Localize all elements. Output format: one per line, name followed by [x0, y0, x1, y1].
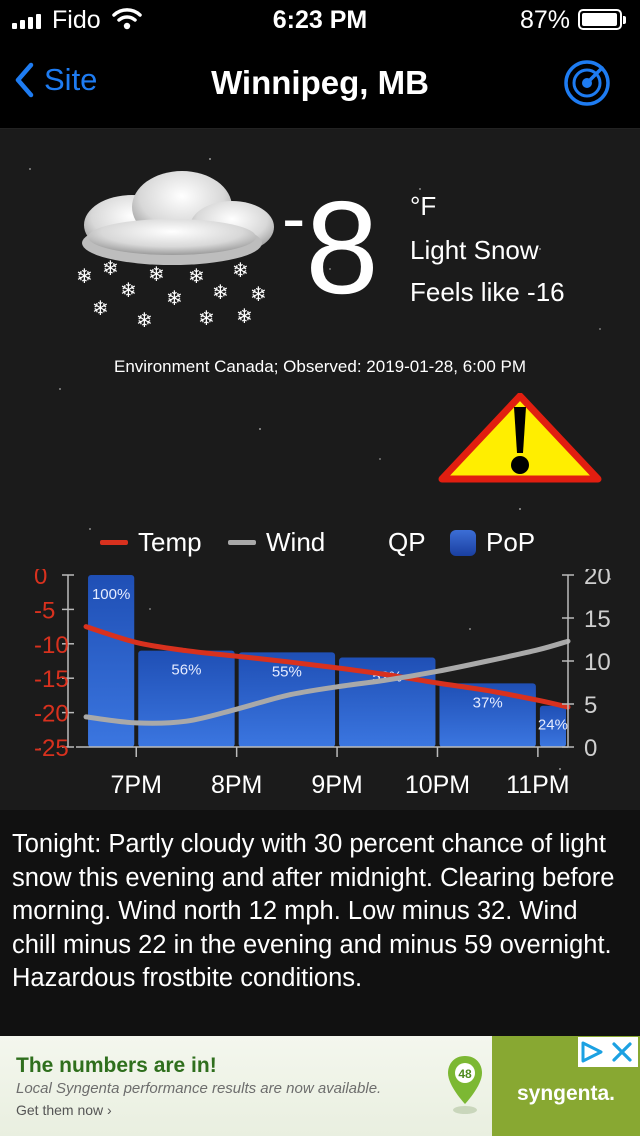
current-temperature: -8 — [282, 182, 379, 314]
right-axis-tick-label: 10 — [584, 649, 611, 676]
snow-cloud-icon: ❄ ❄❄ ❄❄❄ ❄❄❄ ❄ ❄ ❄ ❄ — [76, 171, 274, 332]
pop-bar-label: 100% — [92, 586, 130, 603]
close-icon[interactable] — [611, 1041, 633, 1063]
hourly-forecast-chart: 100%56% 55% 52%37%24%0-5-10-15-20-25201510… — [34, 569, 611, 799]
x-axis-tick-label: 7PM — [111, 771, 162, 799]
legend-temp: Temp — [100, 527, 202, 558]
left-axis-tick-label: -10 — [34, 632, 69, 659]
left-axis-tick-label: -25 — [34, 735, 69, 762]
navigation-bar: Site Winnipeg, MB — [0, 40, 640, 129]
legend-qp: QP — [388, 527, 426, 557]
left-axis-tick-label: 0 — [34, 569, 47, 590]
pop-bar-label: 56% — [171, 662, 201, 679]
x-axis-tick-label: 9PM — [311, 771, 362, 799]
temperature-sign: - — [282, 179, 305, 257]
radar-icon[interactable] — [562, 58, 612, 108]
left-axis-tick-label: -15 — [34, 666, 69, 693]
svg-text:❄: ❄ — [232, 258, 249, 282]
right-axis-tick-label: 5 — [584, 692, 597, 719]
temperature-value: 8 — [305, 174, 378, 321]
condition-text: Light Snow — [410, 235, 539, 265]
right-axis-tick-label: 20 — [584, 569, 611, 590]
x-axis-tick-label: 10PM — [405, 771, 470, 799]
ad-pin-number: 48 — [458, 1067, 472, 1081]
ad-banner[interactable]: The numbers are in! Local Syngenta perfo… — [0, 1036, 640, 1136]
ad-brand: syngenta. — [516, 1082, 616, 1105]
right-axis-tick-label: 15 — [584, 606, 611, 633]
ad-controls — [578, 1037, 638, 1067]
temperature-unit: °F — [410, 191, 437, 221]
right-axis-tick-label: 0 — [584, 735, 597, 762]
svg-text:❄: ❄ — [76, 264, 93, 288]
svg-text:❄: ❄ — [212, 280, 229, 304]
chart-legend: Temp Wind QP PoP — [0, 527, 640, 567]
page-title: Winnipeg, MB — [211, 64, 429, 101]
map-pin-icon: 48 — [448, 1056, 482, 1114]
ad-headline: The numbers are in! — [16, 1054, 217, 1077]
svg-text:❄: ❄ — [188, 264, 205, 288]
left-axis-tick-label: -20 — [34, 701, 69, 728]
svg-text:❄: ❄ — [148, 262, 165, 286]
svg-text:❄: ❄ — [166, 286, 183, 310]
battery-icon — [578, 9, 626, 30]
svg-text:❄: ❄ — [250, 282, 267, 306]
feels-like-text: Feels like -16 — [410, 277, 565, 307]
pop-bar-label: 37% — [473, 694, 503, 711]
legend-pop: PoP — [450, 527, 535, 558]
svg-text:❄: ❄ — [136, 308, 153, 332]
ad-cta[interactable]: Get them now › — [16, 1102, 112, 1118]
svg-text:❄: ❄ — [92, 296, 109, 320]
pop-bar-label: 24% — [538, 717, 568, 734]
left-axis-tick-label: -5 — [34, 597, 55, 624]
svg-text:❄: ❄ — [198, 306, 215, 330]
forecast-panel: Tonight: Partly cloudy with 30 percent c… — [0, 810, 640, 1036]
adchoices-icon[interactable] — [580, 1041, 604, 1063]
svg-text:❄: ❄ — [102, 256, 119, 280]
ad-subline: Local Syngenta performance results are n… — [16, 1080, 382, 1097]
svg-text:❄: ❄ — [236, 304, 253, 328]
current-conditions-panel: ❄ ❄ ❄ ❄ ❄ ❄ ❄ ❄ ❄ ❄ ❄ ❄ ❄ -8 °F Light Snow Feels … — [0, 129, 640, 810]
battery-percent: 87% — [520, 6, 571, 34]
ad-content[interactable]: The numbers are in! Local Syngenta perfo… — [0, 1036, 492, 1136]
observation-source: Environment Canada; Observed: 2019-01-28… — [113, 357, 527, 376]
x-axis-tick-label: 11PM — [506, 771, 569, 799]
warning-triangle-icon[interactable] — [438, 393, 602, 483]
svg-text:❄: ❄ — [120, 278, 137, 302]
legend-wind: Wind — [228, 527, 325, 558]
status-bar: Fido 6:23 PM 87% — [0, 0, 640, 40]
pop-bar-label: 55% — [272, 663, 302, 680]
forecast-text: Tonight: Partly cloudy with 30 percent c… — [12, 830, 615, 992]
x-axis-tick-label: 8PM — [211, 771, 262, 799]
